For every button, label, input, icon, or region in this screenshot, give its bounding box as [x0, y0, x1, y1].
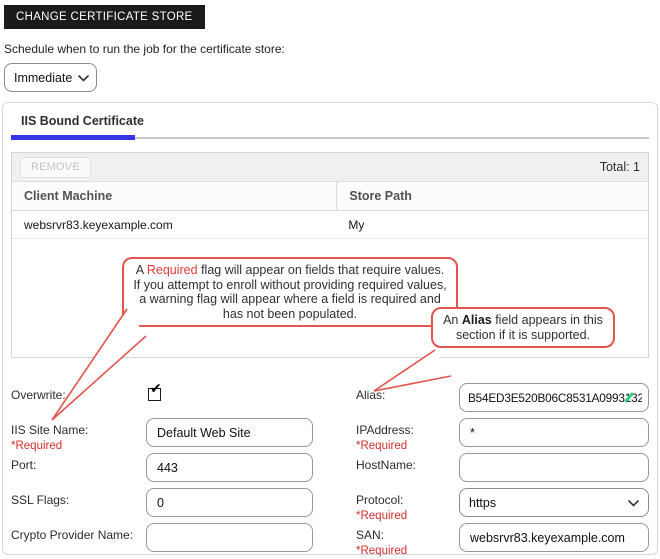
iis-site-name-required-flag: *Required — [11, 440, 146, 452]
iis-site-name-input[interactable] — [146, 418, 313, 447]
alias-label: Alias: — [356, 383, 459, 402]
san-label: SAN: — [356, 523, 459, 542]
column-header-store-path: Store Path — [336, 182, 648, 210]
iis-site-name-label: IIS Site Name: — [11, 418, 146, 437]
san-input[interactable] — [459, 523, 649, 552]
table-row[interactable]: websrvr83.keyexample.com My — [12, 211, 648, 239]
chevron-down-icon — [628, 496, 639, 510]
alias-field-callout: An Alias field appears in this section i… — [431, 307, 615, 348]
column-header-client-machine: Client Machine — [12, 182, 336, 210]
ip-address-required-flag: *Required — [356, 440, 459, 452]
callout-highlight: Required — [147, 263, 198, 277]
change-certificate-store-button[interactable]: CHANGE CERTIFICATE STORE — [4, 5, 205, 29]
cell-client-machine: websrvr83.keyexample.com — [12, 211, 336, 238]
chevron-down-icon — [78, 71, 89, 85]
table-toolbar: REMOVE Total: 1 — [12, 153, 648, 182]
ssl-flags-label: SSL Flags: — [11, 488, 146, 507]
port-input[interactable] — [146, 453, 313, 482]
certificate-form: Overwrite: ✔ Alias: IIS Site Name: *Requ… — [11, 383, 649, 554]
protocol-select[interactable]: https — [459, 488, 649, 517]
overwrite-checkbox[interactable]: ✔ — [148, 388, 161, 401]
table-header: Client Machine Store Path — [12, 182, 648, 211]
protocol-required-flag: *Required — [356, 510, 459, 522]
schedule-select-value: Immediate — [14, 71, 72, 85]
tab-underline — [11, 137, 649, 139]
total-count: Total: 1 — [600, 160, 640, 174]
remove-button[interactable]: REMOVE — [20, 157, 91, 178]
schedule-label: Schedule when to run the job for the cer… — [4, 42, 660, 56]
callout-highlight: Alias — [462, 313, 492, 327]
ip-address-label: IPAddress: — [356, 418, 459, 437]
checkmark-icon: ✔ — [150, 380, 162, 397]
callout-text: An — [443, 313, 462, 327]
protocol-label: Protocol: — [356, 488, 459, 507]
port-label: Port: — [11, 453, 146, 472]
overwrite-label: Overwrite: — [11, 383, 146, 402]
cell-store-path: My — [336, 211, 648, 238]
alias-input[interactable] — [459, 383, 649, 412]
ip-address-input[interactable] — [459, 418, 649, 447]
ssl-flags-input[interactable] — [146, 488, 313, 517]
tab-iis-bound-certificate[interactable]: IIS Bound Certificate — [21, 114, 649, 128]
protocol-select-value: https — [469, 496, 496, 510]
host-name-label: HostName: — [356, 453, 459, 472]
callout-text: A — [136, 263, 147, 277]
active-tab-indicator — [11, 135, 135, 140]
crypto-provider-name-input[interactable] — [146, 523, 313, 552]
san-required-flag: *Required — [356, 545, 459, 557]
certificate-store-panel: IIS Bound Certificate REMOVE Total: 1 Cl… — [2, 102, 658, 555]
crypto-provider-name-label: Crypto Provider Name: — [11, 523, 146, 542]
schedule-select[interactable]: Immediate — [4, 63, 97, 92]
required-flag-callout: A Required flag will appear on fields th… — [122, 257, 458, 327]
host-name-input[interactable] — [459, 453, 649, 482]
